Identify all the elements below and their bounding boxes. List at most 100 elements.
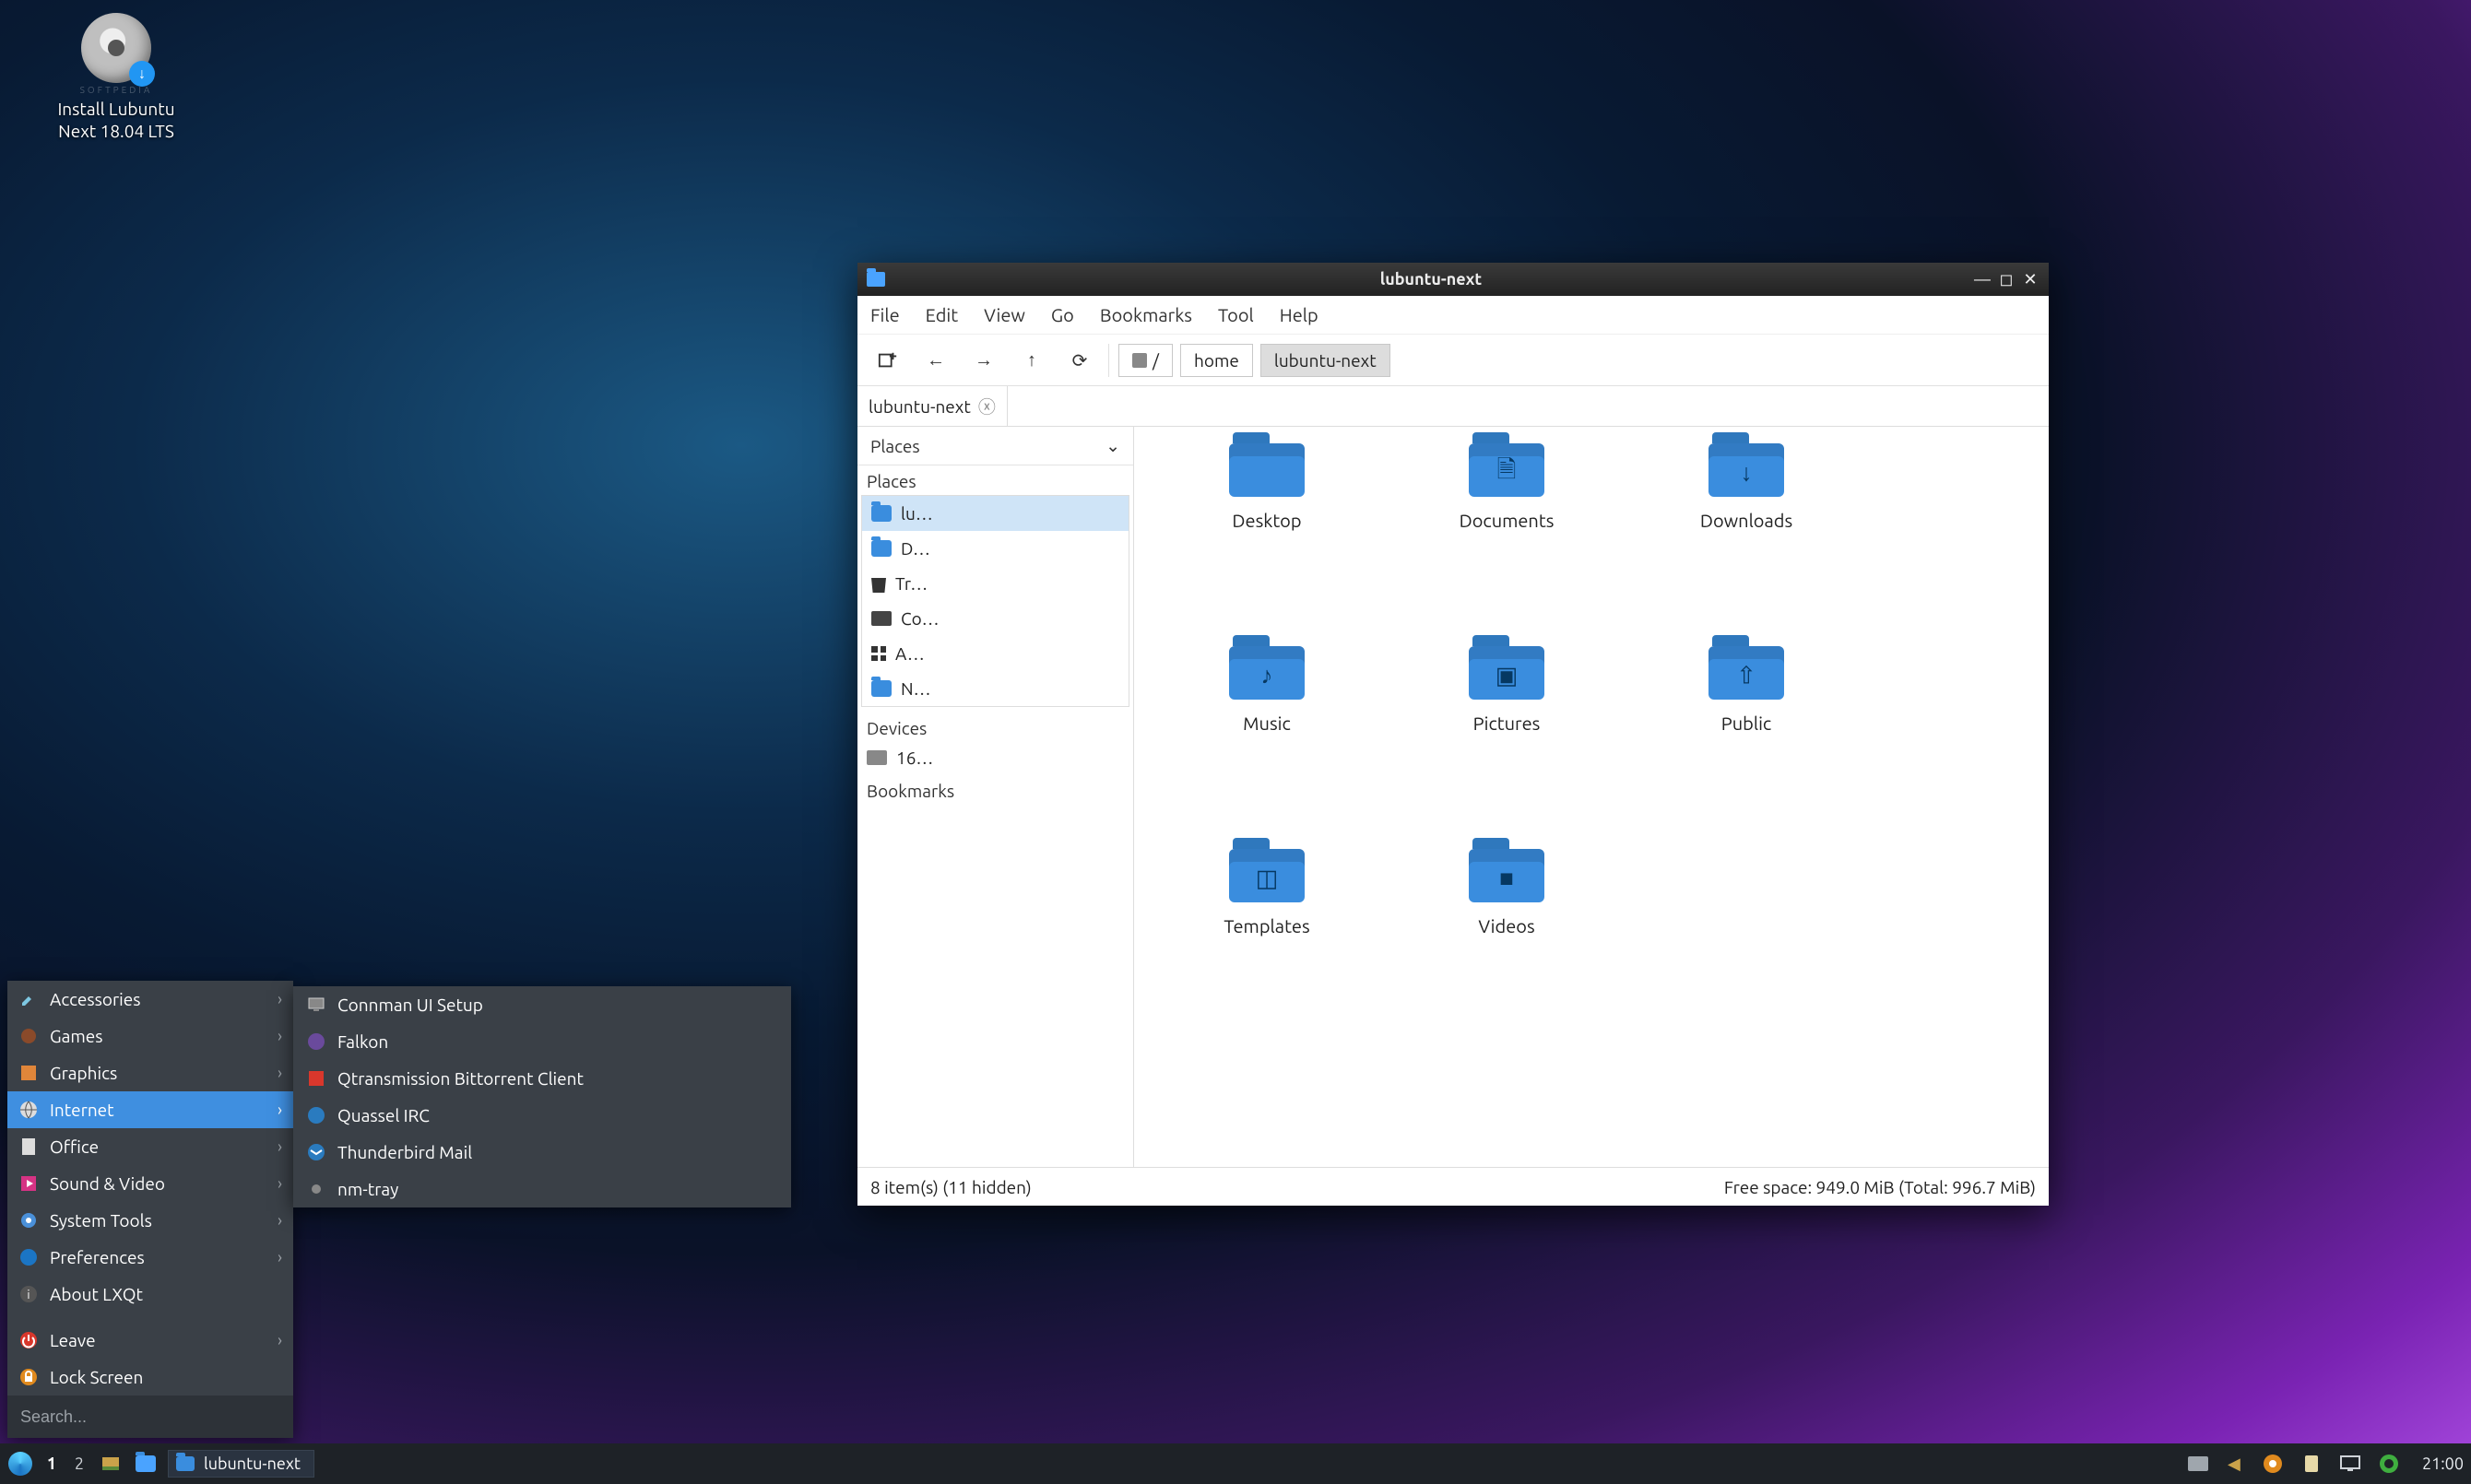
tray-arrow-icon[interactable]: ◀	[2221, 1451, 2247, 1477]
lock-icon	[18, 1367, 39, 1387]
menu-category-about-lxqt[interactable]: iAbout LXQt	[7, 1276, 293, 1313]
path-root[interactable]: /	[1118, 344, 1173, 377]
folder-icon: ◫	[1229, 849, 1305, 902]
gear-icon	[18, 1210, 39, 1231]
internet-submenu: Connman UI SetupFalkonQtransmission Bitt…	[293, 986, 791, 1207]
menu-category-office[interactable]: Office›	[7, 1128, 293, 1165]
keyboard-icon[interactable]	[2188, 1456, 2208, 1471]
sidebar-header[interactable]: Places ⌄	[857, 427, 1133, 465]
chevron-right-icon: ›	[278, 1174, 282, 1193]
menu-file[interactable]: File	[870, 304, 900, 325]
workspace-2[interactable]: 2	[70, 1455, 89, 1473]
folder-documents[interactable]: 🗎Documents	[1387, 438, 1626, 641]
folder-icon	[176, 1456, 195, 1471]
menu-category-graphics[interactable]: Graphics›	[7, 1054, 293, 1091]
status-item-count: 8 item(s) (11 hidden)	[870, 1177, 1032, 1197]
submenu-item-connman-ui-setup[interactable]: Connman UI Setup	[293, 986, 791, 1023]
workspace-1[interactable]: 1	[42, 1455, 61, 1473]
folder-pictures[interactable]: ▣Pictures	[1387, 641, 1626, 843]
menu-bookmarks[interactable]: Bookmarks	[1100, 304, 1192, 325]
up-button[interactable]: ↑	[1012, 344, 1051, 377]
update-manager-icon[interactable]	[2260, 1451, 2286, 1477]
submenu-item-qtransmission-bittorrent-client[interactable]: Qtransmission Bittorrent Client	[293, 1060, 791, 1097]
tab-current[interactable]: lubuntu-next ⓧ	[857, 386, 1008, 426]
path-home[interactable]: home	[1180, 344, 1253, 377]
clock[interactable]: 21:00	[2422, 1455, 2464, 1473]
tabbar: lubuntu-next ⓧ	[857, 386, 2049, 427]
folder-desktop[interactable]: Desktop	[1147, 438, 1387, 641]
monitor-icon	[306, 995, 326, 1015]
path-current[interactable]: lubuntu-next	[1260, 344, 1390, 377]
show-desktop-button[interactable]	[98, 1451, 124, 1477]
menu-go[interactable]: Go	[1051, 304, 1074, 325]
menu-help[interactable]: Help	[1280, 304, 1318, 325]
media-icon	[18, 1173, 39, 1194]
folder-icon: ♪	[1229, 646, 1305, 700]
taskbar-task-filemanager[interactable]: lubuntu-next	[168, 1450, 314, 1478]
mail-icon	[306, 1142, 326, 1162]
folder-downloads[interactable]: ↓Downloads	[1626, 438, 1866, 641]
folder-videos[interactable]: ■Videos	[1387, 843, 1626, 1046]
window-title: lubuntu-next	[894, 270, 1968, 289]
file-manager-window: lubuntu-next — ◻ ✕ File Edit View Go Bookmar…	[857, 263, 2049, 1206]
sidebar-item-tr[interactable]: Tr…	[862, 566, 1129, 601]
folder-icon	[871, 505, 892, 522]
menu-category-accessories[interactable]: Accessories›	[7, 981, 293, 1018]
submenu-item-falkon[interactable]: Falkon	[293, 1023, 791, 1060]
menu-search-input[interactable]	[15, 1403, 286, 1431]
folder-icon	[1229, 443, 1305, 497]
reload-button[interactable]: ⟳	[1060, 344, 1099, 377]
sidebar-item-n[interactable]: N…	[862, 671, 1129, 706]
folder-music[interactable]: ♪Music	[1147, 641, 1387, 843]
menu-lock-screen[interactable]: Lock Screen	[7, 1359, 293, 1396]
sidebar-item-lu[interactable]: lu…	[862, 496, 1129, 531]
display-icon[interactable]	[2337, 1451, 2363, 1477]
folder-icon: ⇧	[1708, 646, 1784, 700]
chevron-right-icon: ›	[278, 1211, 282, 1230]
menu-category-system-tools[interactable]: System Tools›	[7, 1202, 293, 1239]
menu-view[interactable]: View	[984, 304, 1025, 325]
tab-label: lubuntu-next	[869, 396, 971, 417]
menu-edit[interactable]: Edit	[926, 304, 958, 325]
menu-category-preferences[interactable]: Preferences›	[7, 1239, 293, 1276]
start-menu-button[interactable]	[7, 1451, 33, 1477]
disk-icon	[867, 750, 887, 765]
tab-close-icon[interactable]: ⓧ	[978, 394, 996, 418]
close-button[interactable]: ✕	[2021, 270, 2039, 289]
status-free-space: Free space: 949.0 MiB (Total: 996.7 MiB)	[1724, 1177, 2036, 1197]
forward-button[interactable]: →	[964, 344, 1003, 377]
folder-icon: ▣	[1469, 646, 1544, 700]
submenu-item-thunderbird-mail[interactable]: Thunderbird Mail	[293, 1134, 791, 1171]
menu-tool[interactable]: Tool	[1218, 304, 1254, 325]
sidebar-device[interactable]: 16…	[857, 740, 1133, 775]
submenu-item-nm-tray[interactable]: nm-tray	[293, 1171, 791, 1207]
sidebar-item-co[interactable]: Co…	[862, 601, 1129, 636]
new-tab-button[interactable]	[869, 344, 907, 377]
clipboard-icon[interactable]	[2299, 1451, 2324, 1477]
globe-icon	[18, 1100, 39, 1120]
menu-category-games[interactable]: Games›	[7, 1018, 293, 1054]
file-manager-launcher[interactable]	[133, 1451, 159, 1477]
chevron-right-icon: ›	[278, 990, 282, 1008]
titlebar[interactable]: lubuntu-next — ◻ ✕	[857, 263, 2049, 296]
folder-templates[interactable]: ◫Templates	[1147, 843, 1387, 1046]
folder-icon	[867, 272, 885, 287]
folder-icon	[871, 540, 892, 557]
menu-category-sound-video[interactable]: Sound & Video›	[7, 1165, 293, 1202]
tools-icon	[18, 989, 39, 1009]
menu-leave[interactable]: Leave›	[7, 1322, 293, 1359]
install-label: Install LubuntuNext 18.04 LTS	[33, 99, 199, 143]
maximize-button[interactable]: ◻	[1997, 270, 2016, 289]
submenu-item-quassel-irc[interactable]: Quassel IRC	[293, 1097, 791, 1134]
install-shortcut[interactable]: ↓ SOFTPEDIA Install LubuntuNext 18.04 LT…	[33, 13, 199, 143]
back-button[interactable]: ←	[916, 344, 955, 377]
power-icon[interactable]	[2376, 1451, 2402, 1477]
sidebar-item-a[interactable]: A…	[862, 636, 1129, 671]
svg-text:i: i	[27, 1289, 30, 1301]
minimize-button[interactable]: —	[1973, 270, 1992, 289]
menu-category-internet[interactable]: Internet›	[7, 1091, 293, 1128]
apps-icon	[871, 646, 886, 661]
sidebar: Places ⌄ Places lu…D…Tr…Co…A…N… Devices …	[857, 427, 1134, 1167]
sidebar-item-d[interactable]: D…	[862, 531, 1129, 566]
folder-public[interactable]: ⇧Public	[1626, 641, 1866, 843]
